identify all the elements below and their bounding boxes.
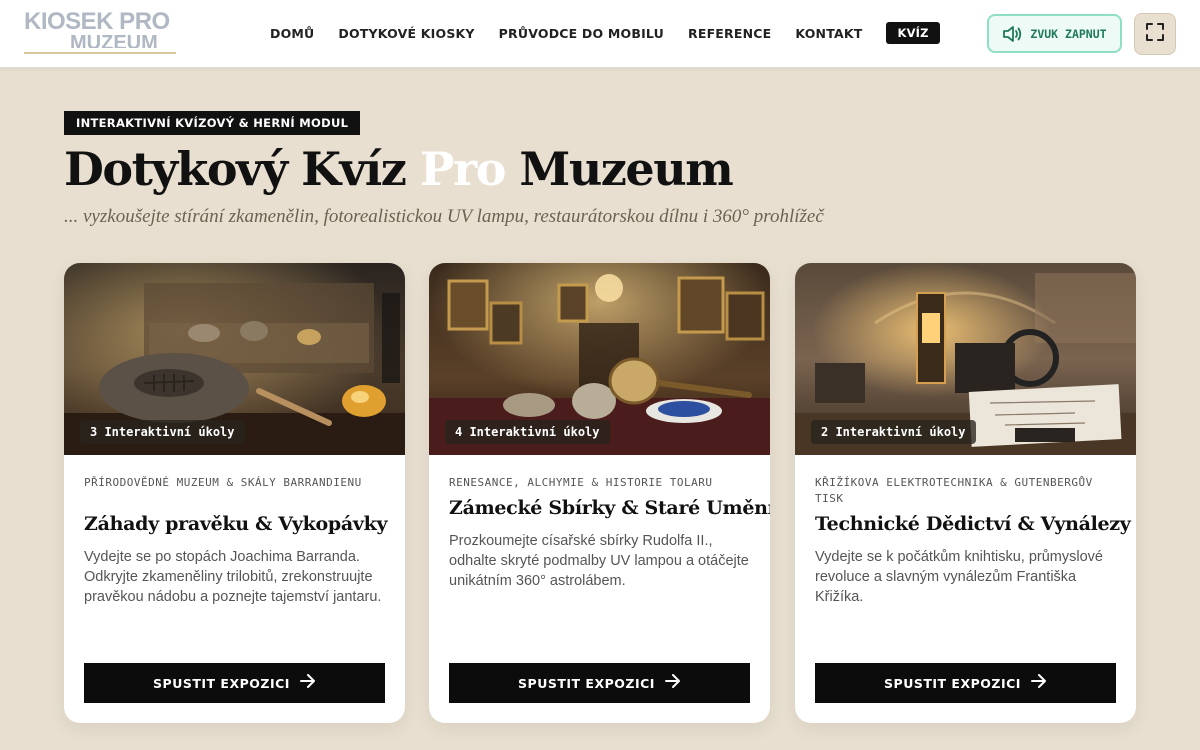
card-description: Vydejte se k počátkům knihtisku, průmysl…: [815, 549, 1103, 605]
sound-toggle-button[interactable]: ZVUK ZAPNUT: [987, 14, 1122, 53]
exhibit-card-technical-heritage[interactable]: 2 Interaktivní úkoly KŘIŽÍKOVA ELEKTROTE…: [795, 263, 1136, 723]
button-label: SPUSTIT EXPOZICI: [153, 675, 290, 691]
card-image-fossils: 3 Interaktivní úkoly: [64, 263, 405, 455]
card-image-castle-hall: 4 Interaktivní úkoly: [429, 263, 770, 455]
module-badge: INTERAKTIVNÍ KVÍZOVÝ & HERNÍ MODUL: [64, 111, 361, 135]
nav-item-mobile-guide[interactable]: PRŮVODCE DO MOBILU: [499, 26, 664, 41]
card-image-machine-hall: 2 Interaktivní úkoly: [795, 263, 1136, 455]
nav-item-touch-kiosks[interactable]: DOTYKOVÉ KIOSKY: [338, 26, 474, 41]
logo-underline: [24, 52, 176, 54]
card-category: PŘÍRODOVĚDNÉ MUZEUM & SKÁLY BARRANDIENU: [84, 476, 362, 489]
card-title: Záhady pravěku & Vykopávky: [84, 513, 388, 535]
page-title: Dotykový Kvíz Pro Muzeum: [64, 142, 734, 196]
title-accent: Pro: [419, 142, 507, 196]
button-label: SPUSTIT EXPOZICI: [518, 675, 655, 691]
exhibit-card-prehistory[interactable]: 3 Interaktivní úkoly PŘÍRODOVĚDNÉ MUZEUM…: [64, 263, 405, 723]
title-part1: Dotykový Kvíz: [64, 142, 420, 196]
card-description: Prozkoumejte císařské sbírky Rudolfa II.…: [449, 533, 749, 589]
fullscreen-icon: [1146, 22, 1164, 46]
arrow-right-icon: [664, 673, 681, 693]
arrow-right-icon: [299, 673, 316, 693]
nav-item-contact[interactable]: KONTAKT: [795, 26, 862, 41]
tasks-count-badge: 4 Interaktivní úkoly: [445, 420, 610, 444]
card-description: Vydejte se po stopách Joachima Barranda.…: [84, 549, 382, 605]
tasks-count-badge: 2 Interaktivní úkoly: [811, 420, 976, 444]
card-title: Zámecké Sbírky & Staré Umění: [449, 497, 770, 519]
card-title: Technické Dědictví & Vynálezy: [815, 513, 1131, 535]
button-label: SPUSTIT EXPOZICI: [884, 675, 1021, 691]
nav-item-quiz[interactable]: KVÍZ: [886, 22, 940, 44]
page-subtitle: ... vyzkoušejte stírání zkamenělin, foto…: [64, 206, 824, 227]
tasks-count-badge: 3 Interaktivní úkoly: [80, 420, 245, 444]
start-exhibition-button[interactable]: SPUSTIT EXPOZICI: [84, 663, 385, 703]
site-header: KIOSEK PRO MUZEUM DOMŮ DOTYKOVÉ KIOSKY P…: [0, 0, 1200, 68]
card-category: KŘIŽÍKOVA ELEKTROTECHNIKA & GUTENBERGŮV …: [815, 476, 1093, 505]
logo[interactable]: KIOSEK PRO MUZEUM: [24, 8, 180, 56]
card-category: RENESANCE, ALCHYMIE & HISTORIE TOLARU: [449, 476, 713, 489]
logo-line2: MUZEUM: [70, 32, 158, 48]
start-exhibition-button[interactable]: SPUSTIT EXPOZICI: [815, 663, 1116, 703]
speaker-icon: [1002, 25, 1022, 43]
exhibit-card-castle-collections[interactable]: 4 Interaktivní úkoly RENESANCE, ALCHYMIE…: [429, 263, 770, 723]
title-part2: Muzeum: [504, 142, 733, 196]
main-nav: DOMŮ DOTYKOVÉ KIOSKY PRŮVODCE DO MOBILU …: [258, 22, 952, 44]
arrow-right-icon: [1030, 673, 1047, 693]
nav-item-home[interactable]: DOMŮ: [270, 26, 314, 41]
start-exhibition-button[interactable]: SPUSTIT EXPOZICI: [449, 663, 750, 703]
sound-label: ZVUK ZAPNUT: [1030, 26, 1107, 41]
nav-item-references[interactable]: REFERENCE: [688, 26, 771, 41]
fullscreen-button[interactable]: [1134, 13, 1176, 55]
